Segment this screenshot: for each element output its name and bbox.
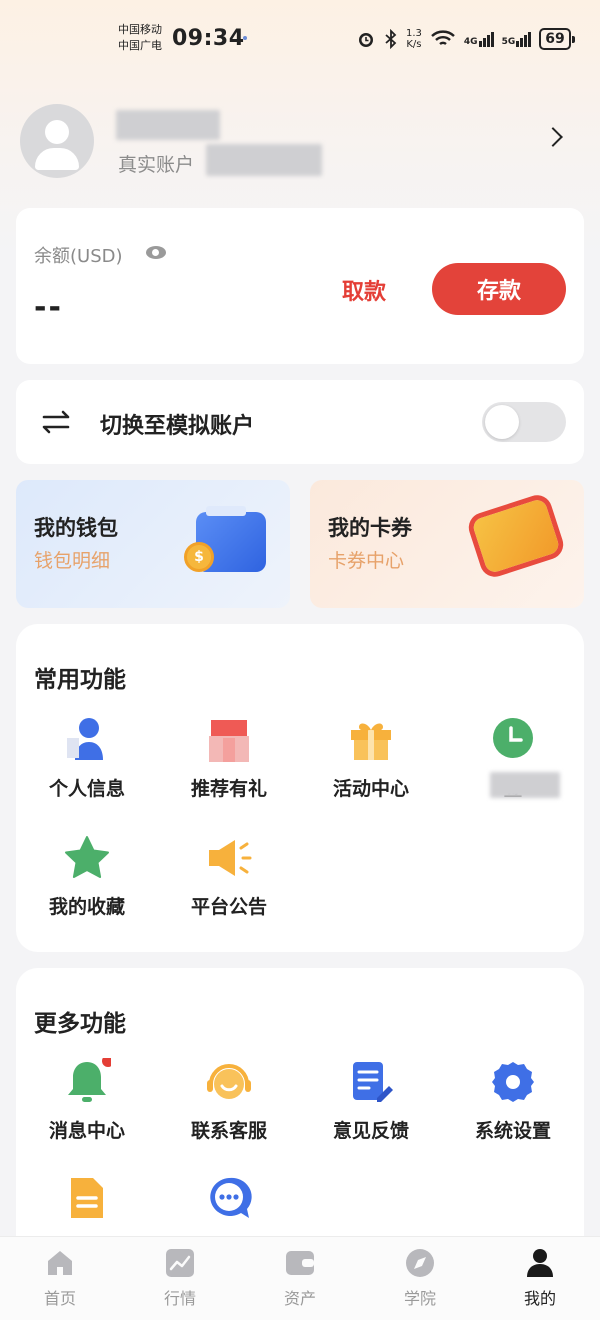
swap-icon (42, 410, 70, 434)
coupon-title: 我的卡券 (328, 516, 412, 540)
activity-center-item[interactable]: 活动中心 (300, 716, 442, 816)
favorites-label: 我的收藏 (48, 896, 125, 918)
user-icon (527, 1249, 553, 1277)
network-speed-value: 1.3 (406, 28, 422, 39)
switch-account-row[interactable]: 切换至模拟账户 (16, 380, 584, 464)
headset-icon (207, 1064, 251, 1099)
nav-home[interactable]: 首页 (0, 1237, 120, 1320)
account-type-label: 真实账户 (118, 154, 195, 176)
star-icon (65, 836, 109, 878)
signal-4g: 4G (463, 31, 494, 47)
common-functions-panel: 常用功能 个人信息 推荐有礼 活动中心 签 (16, 624, 584, 952)
bluetooth-icon (385, 29, 397, 49)
common-functions-title: 常用功能 (34, 667, 126, 693)
referral-label: 推荐有礼 (190, 778, 267, 800)
personal-info-item[interactable]: 个人信息 (16, 716, 158, 816)
chart-icon (166, 1249, 194, 1277)
blurred-account-id (206, 144, 322, 176)
settings-label: 系统设置 (474, 1120, 551, 1142)
wallet-title: 我的钱包 (34, 516, 118, 540)
network-speed-unit: K/s (406, 39, 422, 50)
document-icon (71, 1178, 103, 1218)
megaphone-icon (209, 840, 252, 876)
coupon-subtitle: 卡券中心 (328, 550, 405, 572)
feedback-label: 意见反馈 (332, 1120, 409, 1142)
avatar[interactable] (20, 104, 94, 178)
signal-4g-label: 4G (463, 36, 478, 47)
nav-mine[interactable]: 我的 (480, 1237, 600, 1320)
coupon-card[interactable]: 我的卡券 卡券中心 (310, 480, 584, 608)
wallet-card[interactable]: 我的钱包 钱包明细 $ (16, 480, 290, 608)
nav-academy[interactable]: 学院 (360, 1237, 480, 1320)
check-in-item[interactable]: 签 (442, 716, 584, 816)
feedback-item[interactable]: 意见反馈 (300, 1058, 442, 1158)
wallet-icon (286, 1251, 314, 1275)
alarm-icon (359, 33, 373, 47)
coupon-illustration-icon (471, 497, 561, 575)
bottom-navigation: 首页 行情 资产 学院 我的 (0, 1236, 600, 1320)
nav-assets-label: 资产 (283, 1289, 316, 1308)
nav-home-label: 首页 (43, 1289, 76, 1308)
referral-item[interactable]: 推荐有礼 (158, 716, 300, 816)
personal-info-label: 个人信息 (48, 778, 125, 800)
blurred-label (490, 772, 560, 798)
settings-item[interactable]: 系统设置 (442, 1058, 584, 1158)
gift-icon (351, 723, 391, 760)
favorites-item[interactable]: 我的收藏 (16, 834, 158, 934)
demo-account-toggle[interactable] (482, 402, 566, 442)
status-bar: 中国移动 中国广电 09:34 1.3 K/s 4G 5G 69 (0, 18, 600, 62)
home-icon (48, 1251, 72, 1275)
bell-icon (68, 1058, 111, 1102)
status-time: 09:34 (172, 26, 245, 51)
wallet-subtitle: 钱包明细 (34, 550, 111, 572)
withdraw-button[interactable]: 取款 (342, 274, 386, 306)
balance-value: -- (34, 290, 63, 325)
customer-service-item[interactable]: 联系客服 (158, 1058, 300, 1158)
clock-icon (493, 718, 533, 758)
chevron-right-icon[interactable] (543, 127, 563, 147)
gear-icon (492, 1062, 534, 1102)
signal-5g: 5G (501, 31, 532, 47)
message-center-item[interactable]: 消息中心 (16, 1058, 158, 1158)
notification-dot-icon (243, 36, 247, 40)
status-icons: 1.3 K/s 4G 5G 69 (356, 24, 576, 54)
wifi-icon (431, 30, 455, 46)
activity-center-label: 活动中心 (332, 778, 409, 800)
customer-service-label: 联系客服 (190, 1120, 267, 1142)
deposit-button[interactable]: 存款 (432, 263, 566, 315)
person-icon (67, 718, 103, 760)
compass-icon (406, 1249, 434, 1277)
carrier-1: 中国移动 (118, 23, 162, 36)
gift-box-icon (209, 720, 249, 762)
carrier-info: 中国移动 中国广电 (118, 22, 162, 54)
nav-assets[interactable]: 资产 (240, 1237, 360, 1320)
signal-5g-label: 5G (501, 36, 516, 47)
profile-header[interactable]: 真实账户 (20, 104, 580, 180)
more-functions-panel: 更多功能 消息中心 联系客服 意见反馈 系统设置 (16, 968, 584, 1268)
nav-mine-label: 我的 (523, 1289, 556, 1308)
chat-icon (210, 1177, 252, 1218)
blurred-username (116, 110, 220, 140)
balance-label: 余额(USD) (34, 246, 123, 267)
network-speed: 1.3 K/s (406, 28, 422, 50)
feedback-icon (353, 1062, 393, 1102)
eye-icon[interactable] (146, 246, 166, 259)
battery-indicator: 69 (539, 28, 576, 50)
balance-card: 余额(USD) -- 取款 存款 (16, 208, 584, 364)
coin-icon: $ (184, 542, 214, 572)
message-center-label: 消息中心 (48, 1120, 125, 1142)
nav-market-label: 行情 (163, 1289, 196, 1308)
announcements-label: 平台公告 (190, 896, 267, 918)
nav-market[interactable]: 行情 (120, 1237, 240, 1320)
more-functions-title: 更多功能 (34, 1011, 126, 1037)
carrier-2: 中国广电 (118, 39, 162, 52)
announcements-item[interactable]: 平台公告 (158, 834, 300, 934)
switch-account-label: 切换至模拟账户 (100, 414, 255, 439)
nav-academy-label: 学院 (403, 1289, 436, 1308)
